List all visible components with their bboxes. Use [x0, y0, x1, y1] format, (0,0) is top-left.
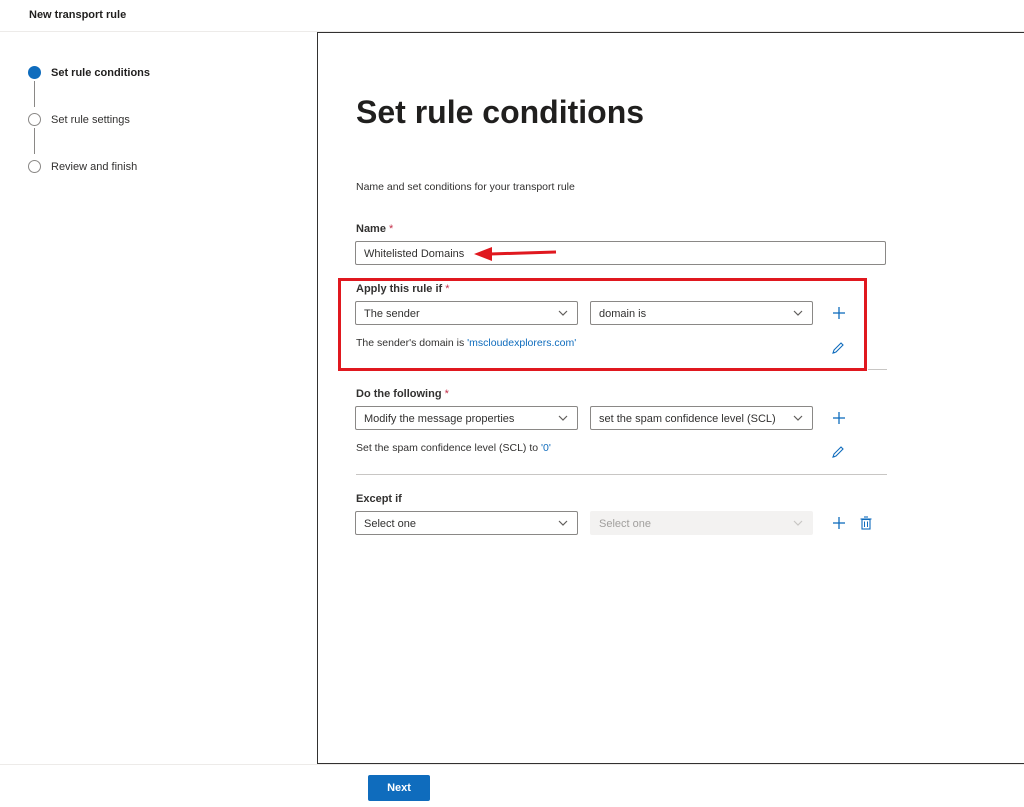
property-dropdown[interactable]: set the spam confidence level (SCL): [590, 406, 813, 430]
do-following-label: Do the following *: [356, 388, 449, 400]
delete-trash-icon[interactable]: [858, 515, 874, 531]
panel-title: New transport rule: [29, 9, 127, 21]
step-set-rule-settings[interactable]: Set rule settings: [28, 113, 130, 126]
step-pending-icon: [28, 113, 41, 126]
annotation-highlight-box: [338, 278, 867, 371]
name-input-value: Whitelisted Domains: [364, 248, 465, 260]
chevron-down-icon: [558, 415, 568, 421]
action-description-text: Set the spam confidence level (SCL) to: [356, 442, 542, 454]
step-connector: [34, 81, 35, 107]
property-dropdown-value: set the spam confidence level (SCL): [599, 413, 776, 425]
step-current-icon: [28, 66, 41, 79]
name-input[interactable]: Whitelisted Domains: [355, 241, 886, 265]
page-subtitle: Name and set conditions for your transpo…: [356, 181, 575, 193]
section-divider: [868, 369, 887, 370]
action-description: Set the spam confidence level (SCL) to '…: [356, 442, 551, 454]
edit-pencil-icon[interactable]: [830, 444, 846, 460]
page-title: Set rule conditions: [356, 94, 645, 130]
top-bar: New transport rule: [0, 0, 1024, 32]
name-label: Name *: [356, 223, 393, 235]
name-label-text: Name: [356, 223, 386, 235]
action-dropdown-value: Modify the message properties: [364, 413, 515, 425]
chevron-down-icon: [558, 520, 568, 526]
annotation-arrow-icon: [474, 247, 557, 261]
chevron-down-icon: [793, 520, 803, 526]
except-if-label-text: Except if: [356, 493, 402, 505]
section-divider: [356, 474, 887, 475]
step-label: Set rule conditions: [51, 66, 151, 79]
step-review-and-finish[interactable]: Review and finish: [28, 160, 137, 173]
exception-predicate-dropdown: Select one: [590, 511, 813, 535]
step-label: Set rule settings: [51, 113, 130, 126]
except-if-label: Except if: [356, 493, 402, 505]
exception-dropdown[interactable]: Select one: [355, 511, 578, 535]
action-value-link[interactable]: '0': [541, 442, 551, 454]
footer-bar: [0, 764, 1024, 807]
chevron-down-icon: [793, 415, 803, 421]
action-dropdown[interactable]: Modify the message properties: [355, 406, 578, 430]
required-mark: *: [389, 223, 394, 235]
step-set-rule-conditions[interactable]: Set rule conditions: [28, 66, 150, 79]
required-mark: *: [444, 388, 449, 400]
exception-predicate-dropdown-value: Select one: [599, 518, 651, 530]
add-exception-icon[interactable]: [831, 515, 847, 531]
add-action-icon[interactable]: [831, 410, 847, 426]
step-pending-icon: [28, 160, 41, 173]
exception-dropdown-value: Select one: [364, 518, 416, 530]
do-following-label-text: Do the following: [356, 388, 442, 400]
next-button[interactable]: Next: [368, 775, 430, 801]
step-connector: [34, 128, 35, 154]
step-label: Review and finish: [51, 160, 138, 173]
